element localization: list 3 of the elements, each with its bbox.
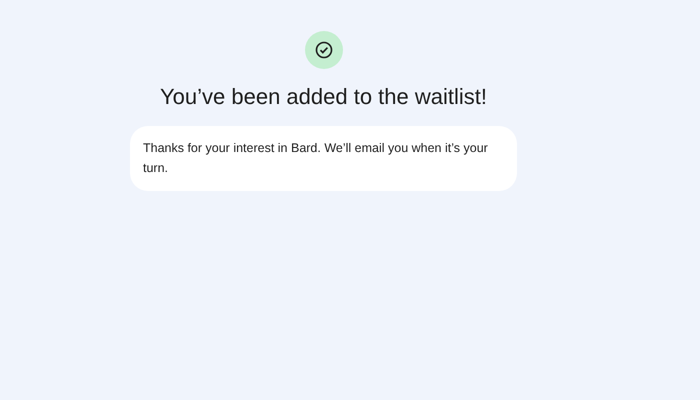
check-circle-icon xyxy=(314,41,332,59)
message-text: Thanks for your interest in Bard. We’ll email you when it’s your turn. xyxy=(143,140,489,177)
page-title: You’ve been added to the waitlist! xyxy=(160,84,487,110)
